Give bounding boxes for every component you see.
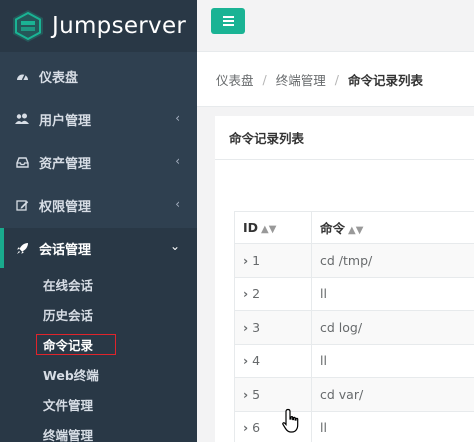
panel-body: ID ▲▼ 命令 ▲▼ › 1 cd /tmp/ › 2 ll › 3 cd log/ (215, 160, 474, 442)
submenu-item-online-sessions[interactable]: 在线会话 (43, 273, 93, 295)
table-row[interactable]: › 4 ll (234, 343, 474, 378)
users-icon (15, 112, 29, 126)
submenu-item-history-sessions[interactable]: 历史会话 (43, 303, 93, 325)
table-row[interactable]: › 3 cd log/ (234, 310, 474, 345)
sidebar-item-users[interactable]: 用户管理 ‹ (0, 99, 197, 139)
row-id: 1 (252, 252, 261, 268)
sort-icon: ▲▼ (348, 225, 364, 236)
row-id: 4 (252, 353, 261, 369)
row-command: ll (311, 276, 474, 311)
inbox-icon (15, 155, 29, 169)
command-table: ID ▲▼ 命令 ▲▼ › 1 cd /tmp/ › 2 ll › 3 cd log/ (234, 211, 474, 442)
breadcrumb: 仪表盘 / 终端管理 / 命令记录列表 (197, 52, 474, 107)
sidebar: Jumpserver 仪表盘 用户管理 ‹ 资产管理 ‹ 权限管理 ‹ 会话管理… (0, 0, 197, 442)
menu-toggle-button[interactable] (211, 8, 245, 34)
column-header-id[interactable]: ID ▲▼ (234, 211, 312, 244)
sidebar-item-label: 会话管理 (39, 242, 92, 258)
table-row[interactable]: › 1 cd /tmp/ (234, 243, 474, 278)
breadcrumb-item-terminal-manager[interactable]: 终端管理 (276, 70, 326, 89)
row-id: 2 (252, 286, 261, 302)
sidebar-item-assets[interactable]: 资产管理 ‹ (0, 142, 197, 182)
expand-chevron-icon[interactable]: › (243, 253, 248, 268)
chevron-down-icon: ⌄ (169, 239, 180, 253)
expand-chevron-icon[interactable]: › (243, 353, 248, 368)
breadcrumb-item-current: 命令记录列表 (347, 72, 423, 88)
chevron-left-icon: ‹ (175, 197, 180, 211)
sidebar-item-sessions[interactable]: 会话管理 ⌄ (0, 228, 197, 268)
edit-icon (15, 198, 29, 212)
dashboard-icon (15, 69, 29, 83)
row-command: cd var/ (311, 377, 474, 412)
sort-icon: ▲▼ (261, 224, 277, 235)
row-command: ll (311, 410, 474, 442)
table-row[interactable]: › 5 cd var/ (234, 377, 474, 412)
expand-chevron-icon[interactable]: › (243, 387, 248, 402)
chevron-left-icon: ‹ (175, 111, 180, 125)
row-command: cd log/ (311, 310, 474, 345)
command-list-panel: 命令记录列表 ID ▲▼ 命令 ▲▼ › 1 cd /tmp/ › 2 ll › 3 (215, 116, 474, 442)
sidebar-item-permissions[interactable]: 权限管理 ‹ (0, 185, 197, 225)
sidebar-item-label: 资产管理 (39, 156, 92, 172)
sidebar-item-label: 仪表盘 (39, 70, 79, 86)
hamburger-icon (222, 16, 234, 18)
column-header-command[interactable]: 命令 ▲▼ (311, 211, 474, 244)
sidebar-item-label: 权限管理 (39, 199, 92, 215)
row-command: cd /tmp/ (311, 243, 474, 278)
sidebar-item-dashboard[interactable]: 仪表盘 (0, 56, 197, 96)
breadcrumb-separator: / (262, 71, 267, 87)
breadcrumb-item-dashboard[interactable]: 仪表盘 (216, 70, 254, 89)
table-row[interactable]: › 2 ll (234, 276, 474, 311)
row-id: 5 (252, 386, 261, 402)
jumpserver-logo-icon (13, 10, 43, 42)
rocket-icon (15, 241, 29, 255)
row-command: ll (311, 343, 474, 378)
expand-chevron-icon[interactable]: › (243, 420, 248, 435)
breadcrumb-separator: / (334, 71, 339, 87)
row-id: 3 (252, 319, 261, 335)
logo-text: Jumpserver (52, 13, 187, 39)
hand-pointer-cursor-icon (282, 408, 299, 433)
table-row[interactable]: › 6 ll (234, 410, 474, 442)
topbar (197, 0, 474, 52)
submenu-item-file-manager[interactable]: 文件管理 (43, 393, 93, 415)
row-id: 6 (252, 420, 261, 436)
panel-title: 命令记录列表 (215, 116, 474, 160)
logo[interactable]: Jumpserver (0, 0, 197, 52)
expand-chevron-icon[interactable]: › (243, 320, 248, 335)
chevron-left-icon: ‹ (175, 154, 180, 168)
submenu-item-web-terminal[interactable]: Web终端 (43, 363, 99, 385)
table-header-row: ID ▲▼ 命令 ▲▼ (234, 211, 474, 244)
submenu-item-terminal-manager[interactable]: 终端管理 (43, 423, 93, 442)
sessions-submenu: 在线会话 历史会话 命令记录 Web终端 文件管理 终端管理 (0, 268, 197, 442)
sidebar-item-label: 用户管理 (39, 113, 92, 129)
selection-highlight-box (36, 334, 116, 355)
expand-chevron-icon[interactable]: › (243, 286, 248, 301)
